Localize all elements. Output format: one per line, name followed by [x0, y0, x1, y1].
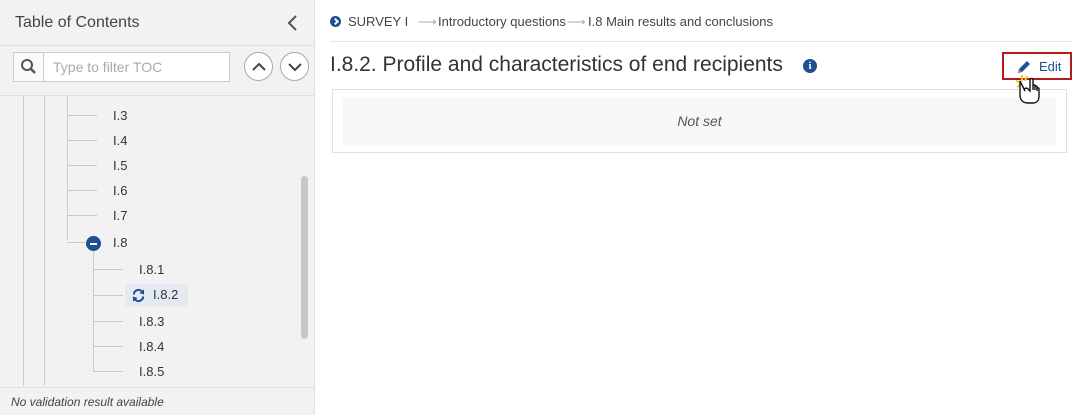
tree-line — [67, 96, 68, 240]
empty-value-text: Not set — [677, 113, 722, 129]
breadcrumb-introductory[interactable]: Introductory questions — [438, 14, 566, 29]
toc-sidebar: Table of Contents Type to filter TOC I.3… — [0, 0, 315, 415]
page-title: I.8.2. Profile and characteristics of en… — [330, 53, 783, 76]
arrow-right-icon: ⟶ — [567, 14, 586, 29]
tree-line — [67, 190, 97, 191]
toc-item-label: I.8.2 — [153, 287, 179, 302]
toc-item-i8-5[interactable]: I.8.5 — [139, 364, 164, 380]
edit-button[interactable]: Edit — [1002, 52, 1072, 80]
tree-line — [93, 371, 123, 372]
toc-item-i8-4[interactable]: I.8.4 — [139, 339, 164, 355]
toc-item-i4[interactable]: I.4 — [113, 133, 127, 149]
toc-filter-row — [0, 46, 315, 96]
info-icon[interactable]: i — [803, 59, 817, 73]
collapse-sidebar-icon[interactable] — [284, 12, 302, 34]
arrow-right-icon: ⟶ — [418, 14, 437, 29]
breadcrumb-survey[interactable]: SURVEY I — [348, 14, 408, 29]
chevron-down-icon — [288, 63, 302, 72]
next-item-button[interactable] — [280, 52, 309, 81]
tree-line — [67, 140, 97, 141]
tree-line — [93, 269, 123, 270]
tree-line — [67, 215, 97, 216]
previous-item-button[interactable] — [244, 52, 273, 81]
tree-line — [67, 115, 97, 116]
tree-line — [44, 96, 45, 386]
toc-item-i6[interactable]: I.6 — [113, 183, 127, 199]
validation-status: No validation result available — [11, 395, 164, 409]
search-icon — [14, 53, 44, 81]
toc-item-i8-2[interactable]: I.8.2 — [125, 284, 188, 307]
value-box: Not set — [343, 98, 1056, 146]
toc-header: Table of Contents — [0, 0, 315, 46]
toc-filter-input[interactable] — [45, 53, 229, 81]
collapse-node-icon[interactable] — [86, 236, 101, 251]
breadcrumb-section[interactable]: I.8 Main results and conclusions — [588, 14, 773, 29]
toc-scrollbar[interactable] — [301, 176, 308, 339]
tree-line — [23, 96, 24, 386]
toc-item-i3[interactable]: I.3 — [113, 108, 127, 124]
content-panel: Not set — [332, 89, 1067, 153]
refresh-icon — [131, 288, 146, 308]
validation-footer: No validation result available — [0, 387, 315, 415]
toc-item-i7[interactable]: I.7 — [113, 208, 127, 224]
tree-line — [67, 242, 85, 243]
tree-line — [67, 165, 97, 166]
toc-item-i8-3[interactable]: I.8.3 — [139, 314, 164, 330]
pencil-icon — [1016, 59, 1032, 80]
tree-line — [93, 295, 123, 296]
toc-item-i8-1[interactable]: I.8.1 — [139, 262, 164, 278]
toc-tree: I.3 I.4 I.5 I.6 I.7 I.8 I.8.1 I.8.2 I.8.… — [0, 96, 315, 386]
tree-line — [93, 321, 123, 322]
tree-line — [93, 346, 123, 347]
chevron-up-icon — [252, 62, 266, 71]
toc-item-i8[interactable]: I.8 — [113, 235, 127, 251]
toc-item-i5[interactable]: I.5 — [113, 158, 127, 174]
chevron-right-icon — [330, 16, 341, 27]
toc-filter-box — [13, 52, 230, 82]
header-divider — [330, 41, 1072, 42]
toc-title: Table of Contents — [15, 14, 140, 31]
edit-label: Edit — [1039, 59, 1062, 74]
